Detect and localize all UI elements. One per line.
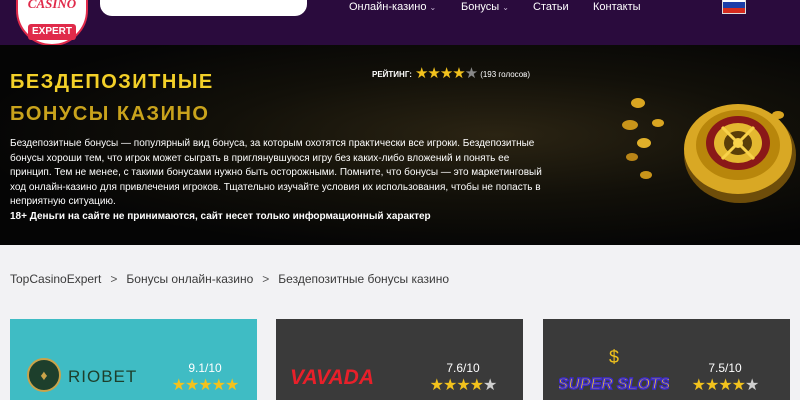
casino-card-riobet[interactable]: ♦ RIOBET 9.1/10 ★★★★★ [10, 319, 257, 400]
nav-label: Бонусы [461, 1, 500, 13]
hero-title-line2: БОНУСЫ КАЗИНО [10, 103, 210, 125]
card-stars: ★★★★★ [418, 375, 508, 395]
hero-paragraph: Бездепозитные бонусы — популярный вид бо… [10, 138, 542, 207]
chevron-down-icon: ⌄ [429, 3, 437, 12]
nav-bonuses[interactable]: Бонусы ⌄ [461, 1, 509, 14]
svg-text:SUPER SLOTS: SUPER SLOTS [559, 376, 669, 393]
age-disclaimer: 18+ Деньги на сайте не принимаются, сайт… [10, 210, 431, 222]
svg-text:VAVADA: VAVADA [290, 366, 374, 388]
top-header: CASINO EXPERT Онлайн-казино ⌄ Бонусы ⌄ Ста… [0, 0, 800, 46]
russia-flag-icon[interactable] [722, 0, 746, 14]
svg-text:$: $ [609, 347, 619, 367]
breadcrumb-home[interactable]: TopCasinoExpert [10, 272, 101, 286]
breadcrumb-separator: > [110, 272, 118, 286]
breadcrumb: TopCasinoExpert > Бонусы онлайн-казино >… [10, 272, 449, 286]
casino-card-vavada[interactable]: VAVADA 7.6/10 ★★★★★ [276, 319, 523, 400]
breadcrumb-current: Бездепозитные бонусы казино [278, 272, 450, 286]
half-star-icon: ★ [464, 65, 478, 82]
hero-title-line1: БЕЗДЕПОЗИТНЫЕ [10, 71, 214, 93]
vavada-logo: VAVADA [290, 366, 374, 388]
nav-contacts[interactable]: Контакты [593, 1, 641, 13]
logo-text-top: CASINO [27, 0, 77, 11]
hero-description: Бездепозитные бонусы — популярный вид бо… [10, 137, 545, 224]
superslots-logo: $ SUPER SLOTS [559, 347, 669, 394]
nav-articles[interactable]: Статьи [533, 1, 569, 13]
nav-online-casino[interactable]: Онлайн-казино ⌄ [349, 1, 436, 14]
card-stars: ★★★★★ [680, 375, 770, 395]
card-score: 7.5/10 [708, 361, 742, 375]
rating-widget[interactable]: РЕЙТИНГ: ★★★★★ (193 голосов) [372, 65, 531, 82]
nav-label: Статьи [533, 1, 569, 13]
nav-label: Контакты [593, 1, 641, 13]
hero-banner: БЕЗДЕПОЗИТНЫЕ БОНУСЫ КАЗИНО РЕЙТИНГ: ★★★… [0, 45, 800, 245]
star-icon: ★★★★ [691, 377, 746, 394]
site-logo[interactable]: CASINO EXPERT [16, 0, 88, 46]
logo-text-bottom: EXPERT [28, 24, 76, 40]
rating-stars[interactable]: ★★★★★ [414, 65, 478, 82]
breadcrumb-bonuses[interactable]: Бонусы онлайн-казино [126, 272, 253, 286]
card-score: 7.6/10 [446, 361, 480, 375]
breadcrumb-separator: > [262, 272, 270, 286]
roulette-wheel-illustration [622, 98, 796, 203]
nav-label: Онлайн-казино [349, 1, 427, 13]
svg-text:RIOBET: RIOBET [68, 367, 137, 386]
svg-text:♦: ♦ [40, 369, 47, 384]
card-score: 9.1/10 [188, 361, 222, 375]
riobet-logo: ♦ RIOBET [27, 358, 137, 392]
star-icon: ★★★★ [414, 65, 466, 82]
chevron-down-icon: ⌄ [502, 3, 509, 12]
card-stars: ★★★★★ [160, 375, 250, 395]
star-icon: ★★★★★ [171, 377, 240, 394]
search-input[interactable] [100, 0, 307, 16]
star-empty-icon: ★ [745, 377, 759, 394]
star-icon: ★★★★ [429, 377, 484, 394]
star-empty-icon: ★ [483, 377, 497, 394]
rating-votes: (193 голосов) [480, 69, 531, 79]
rating-label: РЕЙТИНГ: [372, 69, 412, 79]
casino-card-superslots[interactable]: $ SUPER SLOTS 7.5/10 ★★★★★ [543, 319, 790, 400]
